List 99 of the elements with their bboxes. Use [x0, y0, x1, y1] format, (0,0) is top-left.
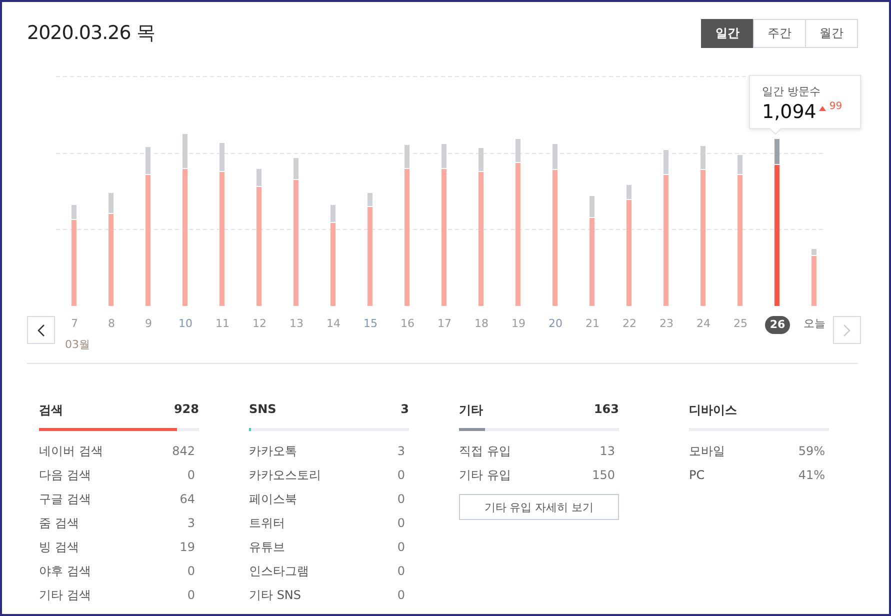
- day-label[interactable]: 22: [620, 316, 640, 334]
- chevron-left-icon: [37, 324, 45, 336]
- day-label[interactable]: 20: [546, 316, 566, 334]
- source-value: 0: [397, 515, 406, 532]
- chevron-right-icon: [843, 324, 851, 336]
- source-value: 150: [592, 467, 616, 484]
- source-label: 유튜브: [249, 539, 285, 556]
- source-value: 0: [397, 587, 406, 604]
- day-label[interactable]: 15: [360, 316, 380, 334]
- source-value: 19: [180, 539, 196, 556]
- source-label: PC: [689, 467, 705, 484]
- day-label[interactable]: 24: [694, 316, 714, 334]
- day-label[interactable]: 16: [398, 316, 418, 334]
- source-value: 0: [187, 467, 196, 484]
- visits-bar[interactable]: [774, 139, 780, 306]
- visits-bar[interactable]: [700, 146, 706, 306]
- source-label: 빙 검색: [39, 539, 79, 556]
- source-label: 기타 유입: [459, 467, 511, 484]
- tooltip-title: 일간 방문수: [762, 84, 822, 99]
- source-label: 기타 검색: [39, 587, 91, 604]
- day-label[interactable]: 8: [105, 316, 118, 334]
- source-label: 네이버 검색: [39, 443, 103, 460]
- day-label[interactable]: 26: [764, 316, 790, 334]
- visits-bar[interactable]: [738, 155, 742, 306]
- day-label[interactable]: 13: [286, 316, 306, 334]
- visits-bar[interactable]: [182, 134, 188, 306]
- visits-bar[interactable]: [108, 193, 114, 306]
- source-label: 야후 검색: [39, 563, 91, 580]
- visits-bar[interactable]: [478, 148, 484, 306]
- source-label: 구글 검색: [39, 491, 91, 508]
- source-value: 3: [397, 443, 406, 460]
- visits-bar[interactable]: [256, 169, 262, 306]
- section-total: 928: [174, 402, 199, 418]
- source-label: 인스타그램: [249, 563, 309, 580]
- visits-bar[interactable]: [72, 205, 76, 306]
- period-tab[interactable]: 일간: [701, 18, 754, 48]
- change-value: 99: [829, 101, 842, 112]
- source-value: 0: [187, 563, 196, 580]
- day-label[interactable]: 11: [212, 316, 232, 334]
- source-value: 0: [397, 539, 406, 556]
- source-value: 842: [172, 443, 196, 460]
- visits-bar[interactable]: [146, 147, 150, 306]
- source-label: 직접 유입: [459, 443, 511, 460]
- source-value: 59%: [798, 443, 826, 460]
- day-label[interactable]: 12: [250, 316, 270, 334]
- date-title: 2020.03.26 목: [27, 21, 155, 46]
- day-label[interactable]: 9: [142, 316, 155, 334]
- source-label: 다음 검색: [39, 467, 91, 484]
- source-value: 0: [397, 467, 406, 484]
- day-label[interactable]: 18: [472, 316, 492, 334]
- visits-bar[interactable]: [442, 144, 446, 306]
- source-value: 41%: [798, 467, 826, 484]
- day-label[interactable]: 21: [582, 316, 602, 334]
- visits-bar[interactable]: [552, 144, 558, 306]
- previous-button[interactable]: [27, 316, 55, 344]
- visits-bar[interactable]: [220, 143, 224, 306]
- source-label: 카카오스토리: [249, 467, 321, 484]
- section-total: 163: [594, 402, 619, 418]
- visits-bar[interactable]: [626, 185, 632, 306]
- visits-bar[interactable]: [812, 249, 816, 306]
- visits-bar[interactable]: [664, 150, 668, 306]
- source-value: 13: [600, 443, 616, 460]
- period-tab[interactable]: 월간: [805, 18, 858, 48]
- section-title: 기타: [459, 402, 483, 419]
- day-label[interactable]: 19: [508, 316, 528, 334]
- section-title: SNS: [249, 402, 276, 418]
- up-triangle-icon: [819, 106, 826, 111]
- next-button[interactable]: [833, 316, 861, 344]
- section-total: 3: [400, 402, 409, 418]
- source-label: 모바일: [689, 443, 725, 460]
- source-value: 0: [397, 563, 406, 580]
- visits-bar[interactable]: [294, 158, 298, 306]
- visits-bar[interactable]: [368, 193, 372, 306]
- day-label[interactable]: 7: [68, 316, 81, 334]
- source-value: 64: [180, 491, 196, 508]
- section-title: 검색: [39, 402, 63, 419]
- month-label: 03월: [65, 337, 91, 352]
- day-label[interactable]: 17: [434, 316, 454, 334]
- source-value: 3: [187, 515, 196, 532]
- day-label[interactable]: 10: [176, 316, 196, 334]
- visits-bar[interactable]: [590, 196, 594, 306]
- source-label: 기타 SNS: [249, 587, 302, 604]
- source-label: 트위터: [249, 515, 285, 532]
- period-tab[interactable]: 주간: [753, 18, 806, 48]
- source-value: 0: [397, 491, 406, 508]
- visits-bar[interactable]: [404, 145, 410, 306]
- visits-bar[interactable]: [516, 139, 520, 306]
- visits-count: 1,094: [762, 101, 816, 123]
- day-label[interactable]: 23: [656, 316, 676, 334]
- details-button[interactable]: 기타 유입 자세히 보기: [459, 494, 619, 520]
- day-label[interactable]: 25: [730, 316, 750, 334]
- source-label: 페이스북: [249, 491, 297, 508]
- source-label: 카카오톡: [249, 443, 297, 460]
- day-label[interactable]: 오늘: [800, 316, 828, 334]
- visits-bar[interactable]: [330, 205, 336, 306]
- source-value: 0: [187, 587, 196, 604]
- day-label[interactable]: 14: [324, 316, 344, 334]
- source-label: 줌 검색: [39, 515, 79, 532]
- section-title: 디바이스: [689, 402, 737, 419]
